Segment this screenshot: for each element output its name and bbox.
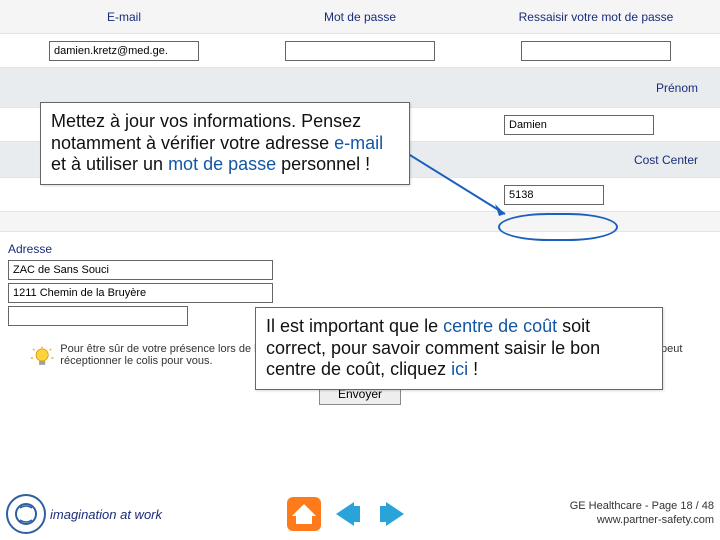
footer-page: GE Healthcare - Page 18 / 48 [570,500,714,514]
email-inputs-row [0,34,720,68]
footer-url: www.partner-safety.com [570,514,714,528]
footer-text: GE Healthcare - Page 18 / 48 www.partner… [570,500,714,528]
info-callout-2: Il est important que le centre de coût s… [255,307,663,390]
address-line1[interactable] [8,260,273,280]
address-line2[interactable] [8,283,273,303]
info-callout-1: Mettez à jour vos informations. Pensez n… [40,102,410,185]
address-label: Adresse [8,242,712,256]
ge-logo-icon [6,494,46,534]
prev-button[interactable] [330,496,366,532]
email-labels-row: E-mail Mot de passe Ressaisir votre mot … [0,0,720,34]
password-keyword[interactable]: mot de passe [168,154,276,174]
address-line3[interactable] [8,306,188,326]
firstname-field[interactable] [504,115,654,135]
here-link[interactable]: ici [451,359,468,379]
email-field[interactable] [49,41,199,61]
slogan-text: imagination at work [50,507,162,522]
firstname-label: Prénom [360,81,714,95]
costcenter-highlight [498,213,618,241]
password-field[interactable] [285,41,435,61]
lightbulb-icon [30,343,54,373]
footer: imagination at work GE Healthcare - Page… [0,494,720,534]
costcenter-keyword[interactable]: centre de coût [443,316,557,336]
home-button[interactable] [286,496,322,532]
costcenter-label: Cost Center [360,153,714,167]
next-button[interactable] [374,496,410,532]
email-label: E-mail [6,10,242,24]
password2-field[interactable] [521,41,671,61]
email-keyword[interactable]: e-mail [334,133,383,153]
costcenter-field[interactable] [504,185,604,205]
password2-label: Ressaisir votre mot de passe [478,10,714,24]
password-label: Mot de passe [242,10,478,24]
